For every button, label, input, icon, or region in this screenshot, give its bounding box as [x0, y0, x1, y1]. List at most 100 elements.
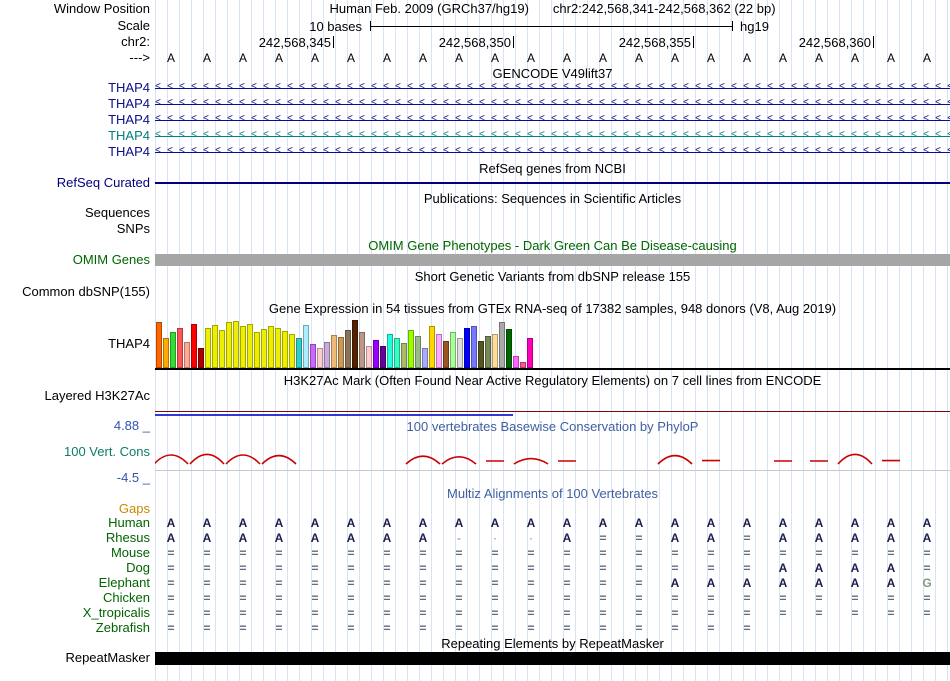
gtex-tissue-bar[interactable]: [331, 335, 337, 368]
gtex-tissue-bar[interactable]: [499, 322, 505, 368]
gtex-tissue-bar[interactable]: [450, 332, 456, 368]
track-label-omim-genes[interactable]: OMIM Genes: [0, 253, 150, 267]
multiz-row-dog[interactable]: = = = = = = = = = = = = = = = = = A A A A =: [153, 561, 950, 575]
multiz-row-mouse[interactable]: = = = = = = = = = = = = = = = = = = = = = =: [153, 546, 950, 560]
gtex-tissue-bar[interactable]: [289, 334, 295, 368]
gtex-tissue-bar[interactable]: [261, 329, 267, 368]
gtex-tissue-bar[interactable]: [492, 334, 498, 368]
species-label-x-tropicalis[interactable]: X_tropicalis: [0, 606, 150, 620]
track-label-gtex-thap4[interactable]: THAP4: [0, 337, 150, 351]
gtex-tissue-bar[interactable]: [345, 330, 351, 368]
species-label-human[interactable]: Human: [0, 516, 150, 530]
gencode-transcript-row[interactable]: <<<<<<<<<<<<<<<<<<<<<<<<<<<<<<<<<<<<<<<<…: [155, 97, 950, 111]
gtex-tissue-bar[interactable]: [156, 322, 162, 368]
track-label-thap4-3[interactable]: THAP4: [0, 113, 150, 127]
multiz-row-chicken[interactable]: = = = = = = = = = = = = = = = = = = = = = =: [153, 591, 950, 605]
gencode-transcript-row[interactable]: <<<<<<<<<<<<<<<<<<<<<<<<<<<<<<<<<<<<<<<<…: [155, 145, 950, 159]
gtex-tissue-bar[interactable]: [422, 348, 428, 368]
align-cell: =: [491, 546, 499, 560]
align-cell: A: [886, 531, 896, 545]
multiz-row-zebrafish[interactable]: = = = = = = = = = = = = = = = = =: [153, 621, 950, 635]
track-label-common-dbsnp[interactable]: Common dbSNP(155): [0, 285, 150, 299]
track-label-thap4-2[interactable]: THAP4: [0, 97, 150, 111]
gtex-tissue-bar[interactable]: [324, 342, 330, 368]
track-label-thap4-5[interactable]: THAP4: [0, 145, 150, 159]
gtex-tissue-bar[interactable]: [352, 320, 358, 368]
gtex-tissue-bar[interactable]: [191, 324, 197, 368]
omim-gene-bar[interactable]: [155, 254, 950, 266]
gtex-tissue-bar[interactable]: [366, 346, 372, 368]
gtex-tissue-bar[interactable]: [303, 325, 309, 368]
species-label-elephant[interactable]: Elephant: [0, 576, 150, 590]
gtex-tissue-bar[interactable]: [198, 348, 204, 368]
phylop-wiggle[interactable]: [153, 438, 950, 468]
multiz-row-human[interactable]: AAAAAAAAAAAAAAAAAAAAAA: [153, 516, 950, 530]
multiz-gaps-label[interactable]: Gaps: [0, 502, 150, 516]
gtex-tissue-bar[interactable]: [478, 341, 484, 368]
gtex-tissue-bar[interactable]: [408, 330, 414, 368]
species-label-rhesus[interactable]: Rhesus: [0, 531, 150, 545]
gtex-tissue-bar[interactable]: [429, 326, 435, 368]
species-label-chicken[interactable]: Chicken: [0, 591, 150, 605]
gtex-tissue-bar[interactable]: [212, 325, 218, 368]
gtex-tissue-bar[interactable]: [317, 348, 323, 368]
track-label-thap4-1[interactable]: THAP4: [0, 81, 150, 95]
gtex-expression-barchart[interactable]: [156, 318, 576, 368]
gtex-tissue-bar[interactable]: [387, 334, 393, 368]
gtex-tissue-bar[interactable]: [443, 341, 449, 368]
track-label-repeatmasker[interactable]: RepeatMasker: [0, 651, 150, 665]
gtex-tissue-bar[interactable]: [233, 321, 239, 368]
species-label-mouse[interactable]: Mouse: [0, 546, 150, 560]
chrom-label: chr2:: [121, 34, 150, 49]
gtex-tissue-bar[interactable]: [359, 332, 365, 368]
gtex-tissue-bar[interactable]: [219, 330, 225, 368]
gtex-tissue-bar[interactable]: [296, 338, 302, 368]
gtex-tissue-bar[interactable]: [177, 328, 183, 368]
gtex-tissue-bar[interactable]: [457, 338, 463, 368]
gtex-tissue-bar[interactable]: [513, 356, 519, 368]
track-label-sequences[interactable]: Sequences: [0, 206, 150, 220]
track-label-refseq-curated[interactable]: RefSeq Curated: [0, 176, 150, 190]
h3k27ac-signal-line-partial[interactable]: [155, 414, 513, 416]
multiz-row-rhesus[interactable]: A A A A A A A A - · · A = = A A = A A A A A: [153, 531, 950, 545]
gtex-tissue-bar[interactable]: [527, 338, 533, 368]
gtex-tissue-bar[interactable]: [170, 332, 176, 368]
gtex-tissue-bar[interactable]: [163, 338, 169, 368]
species-label-dog[interactable]: Dog: [0, 561, 150, 575]
h3k27ac-signal-line-full[interactable]: [155, 411, 950, 412]
gtex-tissue-bar[interactable]: [240, 326, 246, 368]
gencode-transcript-row[interactable]: <<<<<<<<<<<<<<<<<<<<<<<<<<<<<<<<<<<<<<<<…: [155, 81, 950, 95]
multiz-row-x-tropicalis[interactable]: = = = = = = = = = = = = = = = = = = = = = =: [153, 606, 950, 620]
gtex-tissue-bar[interactable]: [184, 342, 190, 368]
gtex-tissue-bar[interactable]: [464, 328, 470, 368]
gtex-tissue-bar[interactable]: [275, 328, 281, 368]
gencode-transcript-row[interactable]: <<<<<<<<<<<<<<<<<<<<<<<<<<<<<<<<<<<<<<<<…: [155, 129, 950, 143]
species-label-zebrafish[interactable]: Zebrafish: [0, 621, 150, 635]
track-label-100-vert-cons[interactable]: 100 Vert. Cons: [0, 445, 150, 459]
gtex-tissue-bar[interactable]: [254, 332, 260, 368]
repeatmasker-bar[interactable]: [155, 652, 950, 665]
gtex-tissue-bar[interactable]: [338, 337, 344, 368]
track-label-layered-h3k27ac[interactable]: Layered H3K27Ac: [0, 389, 150, 403]
multiz-row-elephant[interactable]: = = = = = = = = = = = = = = A A A A A A A G: [153, 576, 950, 590]
gtex-tissue-bar[interactable]: [247, 324, 253, 368]
gtex-tissue-bar[interactable]: [380, 346, 386, 368]
refseq-curated-gene-line[interactable]: [155, 182, 950, 184]
gtex-tissue-bar[interactable]: [226, 322, 232, 368]
base-position-ruler[interactable]: 242,568,345 242,568,350 242,568,355 242,568…: [155, 35, 950, 50]
gencode-transcript-row[interactable]: <<<<<<<<<<<<<<<<<<<<<<<<<<<<<<<<<<<<<<<<…: [155, 113, 950, 127]
gtex-tissue-bar[interactable]: [415, 336, 421, 368]
gtex-tissue-bar[interactable]: [506, 329, 512, 368]
gtex-tissue-bar[interactable]: [401, 343, 407, 368]
gtex-tissue-bar[interactable]: [205, 328, 211, 368]
gtex-tissue-bar[interactable]: [310, 344, 316, 368]
gtex-tissue-bar[interactable]: [282, 331, 288, 368]
gtex-tissue-bar[interactable]: [436, 334, 442, 368]
gtex-tissue-bar[interactable]: [485, 336, 491, 368]
track-label-thap4-4[interactable]: THAP4: [0, 129, 150, 143]
gtex-tissue-bar[interactable]: [268, 326, 274, 368]
gtex-tissue-bar[interactable]: [394, 338, 400, 368]
gtex-tissue-bar[interactable]: [471, 326, 477, 368]
gtex-tissue-bar[interactable]: [373, 340, 379, 368]
track-label-snps[interactable]: SNPs: [0, 222, 150, 236]
